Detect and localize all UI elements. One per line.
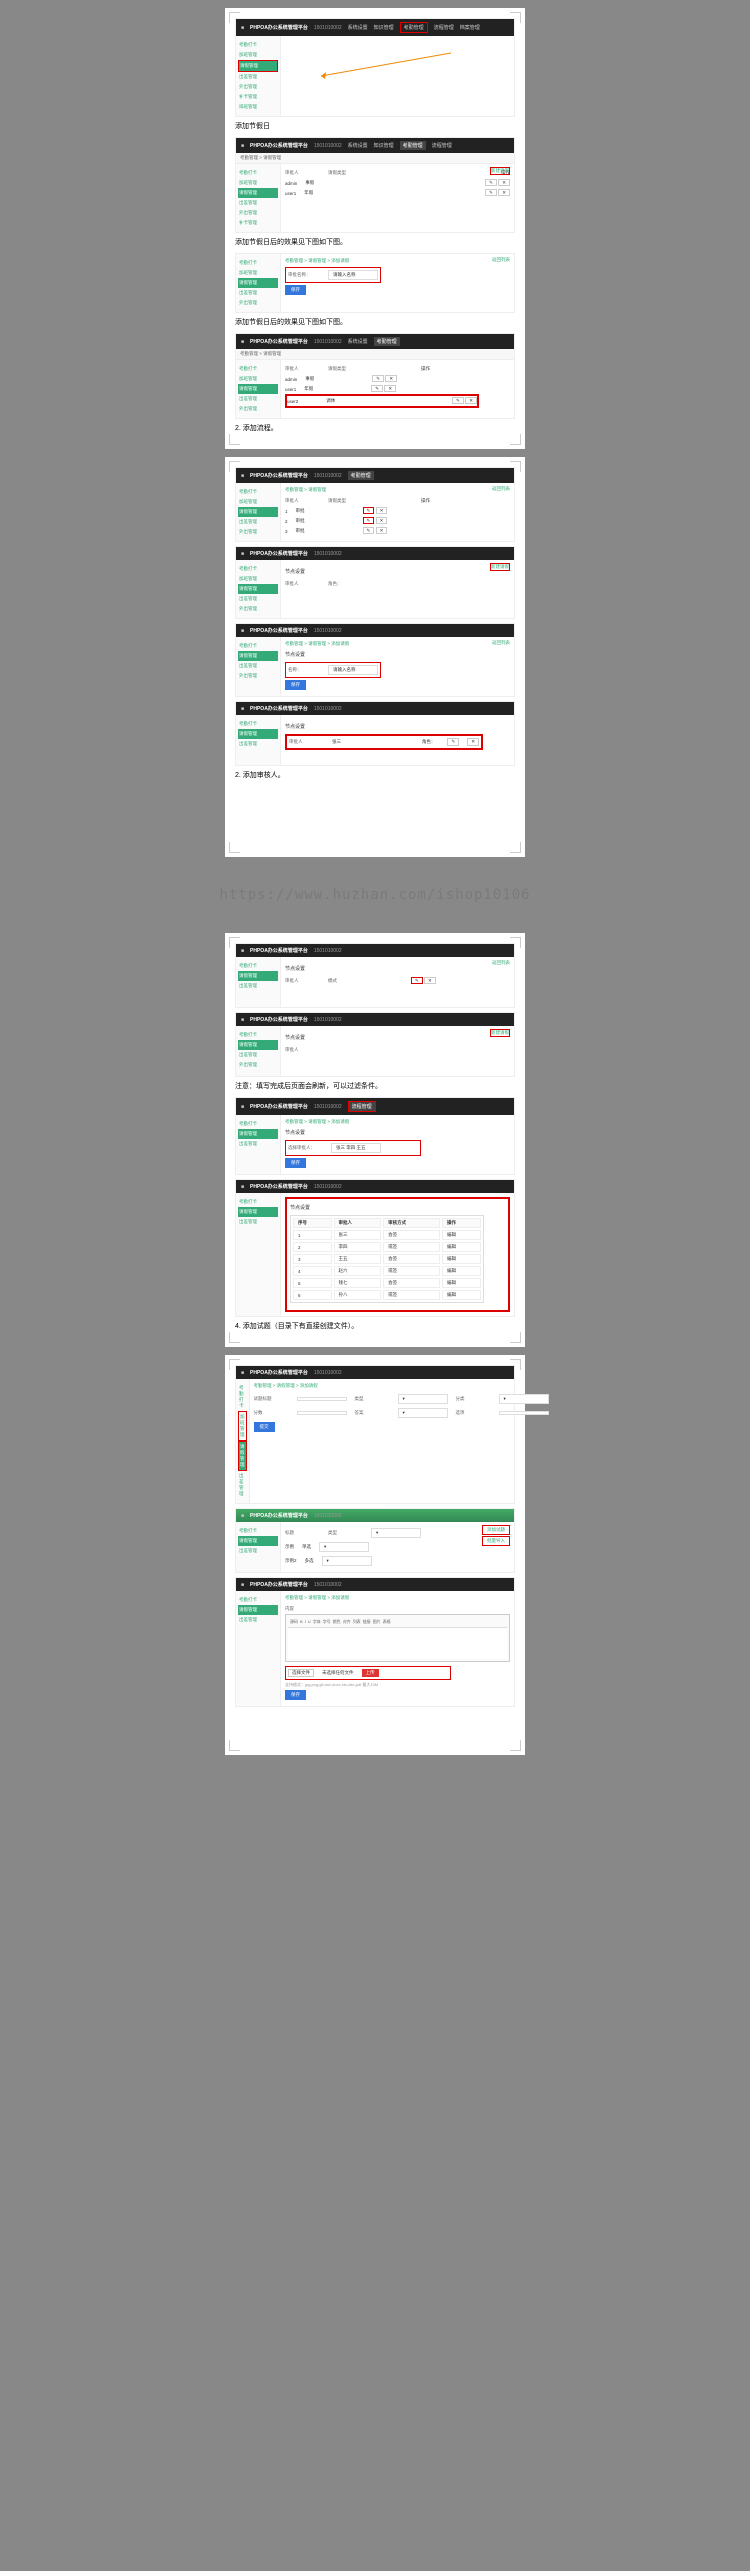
doc-page-4: ■PHPOA办公系统管理平台1501010002 考勤打卡 加班管理 请假管理 … xyxy=(225,1355,525,1755)
nav-item[interactable]: 流程管理 xyxy=(434,24,454,31)
sidebar-item[interactable]: 考勤打卡 xyxy=(238,40,278,50)
caption-step: 2. 添加审核人。 xyxy=(235,770,515,780)
approver-table: 序号审批人审核方式操作 1张三会签编辑 2李四或签编辑 3王五会签编辑 4赵六或… xyxy=(290,1215,484,1303)
screenshot-4: ■PHPOA办公系统管理平台1501010002系统设置考勤管理 考勤管理 > … xyxy=(235,333,515,419)
doc-page-1: ■ PHPOA办公系统管理平台 1501010002 系统设置 知识管理 考勤管… xyxy=(225,8,525,449)
sidebar-item[interactable]: 排班管理 xyxy=(238,102,278,112)
screenshot-3: 考勤打卡 加班管理 请假管理 出差管理 外出管理 考勤管理 > 请假管理 > 添… xyxy=(235,253,515,313)
new-node-button[interactable]: 新建请假 xyxy=(490,563,510,571)
nav-item-boxed[interactable]: 考勤管理 xyxy=(400,22,428,33)
ck-body[interactable] xyxy=(288,1628,507,1659)
table-row: 5钱七会签编辑 xyxy=(293,1278,481,1288)
ck-toolbar: 源码BIU字体字号颜色对齐列表链接图片表格 xyxy=(288,1617,507,1628)
table-row: 4赵六或签编辑 xyxy=(293,1266,481,1276)
breadcrumb: 考勤管理 > 请假管理 xyxy=(236,153,514,164)
arrow-annotation xyxy=(321,51,461,81)
caption-step-2: 2. 添加流程。 xyxy=(235,423,515,433)
nav-item[interactable]: 知识管理 xyxy=(374,24,394,31)
caption-step-4: 4. 添加试题（目录下有直接创建文件）。 xyxy=(235,1321,515,1331)
square-icon: ■ xyxy=(241,25,244,31)
screenshot-2: ■PHPOA办公系统管理平台1501010002系统设置知识管理考勤管理流程管理… xyxy=(235,137,515,233)
sidebar-item[interactable]: 出差管理 xyxy=(238,72,278,82)
table-row: 2李四或签编辑 xyxy=(293,1242,481,1252)
caption: 添加节假日后的效果见下图如下图。 xyxy=(235,237,515,247)
caption: 添加节假日后的效果见下图如下图。 xyxy=(235,317,515,327)
doc-page-2: ■PHPOA办公系统管理平台1501010002考勤管理 考勤打卡加班管理请假管… xyxy=(225,457,525,857)
sidebar: 考勤打卡 加班管理 请假管理 出差管理 外出管理 补卡管理 排班管理 xyxy=(236,36,281,116)
nav-item[interactable]: 档案管理 xyxy=(460,24,480,31)
table-row: 3王五会签编辑 xyxy=(293,1254,481,1264)
sidebar-item[interactable]: 补卡管理 xyxy=(238,92,278,102)
delete-btn[interactable]: ✕ xyxy=(498,179,510,186)
title-input[interactable] xyxy=(297,1397,347,1401)
screenshot-1: ■ PHPOA办公系统管理平台 1501010002 系统设置 知识管理 考勤管… xyxy=(235,18,515,117)
top-navbar: ■ PHPOA办公系统管理平台 1501010002 系统设置 知识管理 考勤管… xyxy=(236,19,514,36)
content-empty xyxy=(281,36,514,116)
upload-button[interactable]: 选择文件 xyxy=(288,1669,314,1677)
table-row: 6孙八或签编辑 xyxy=(293,1290,481,1300)
version: 1501010002 xyxy=(314,25,342,31)
upload-submit[interactable]: 上传 xyxy=(362,1669,379,1677)
action-btn[interactable]: ✎ xyxy=(363,507,375,514)
sidebar-item-boxed[interactable]: 加班管理 xyxy=(238,1411,247,1441)
node-name-input[interactable]: 请输入名称 xyxy=(328,665,378,675)
ckeditor[interactable]: 源码BIU字体字号颜色对齐列表链接图片表格 xyxy=(285,1614,510,1662)
approver-select[interactable]: 张三 李四 王五 xyxy=(331,1143,381,1153)
name-input[interactable]: 请输入名称 xyxy=(328,270,378,280)
sidebar-item[interactable]: 外出管理 xyxy=(238,82,278,92)
action-box[interactable]: 添加试题 xyxy=(482,1525,510,1535)
edit-btn[interactable]: ✎ xyxy=(485,179,497,186)
caption-note: 注意：填写完成后页面会刷新，可以过滤条件。 xyxy=(235,1081,515,1091)
brand: PHPOA办公系统管理平台 xyxy=(250,24,308,31)
table-row: 1张三会签编辑 xyxy=(293,1230,481,1240)
sidebar-item[interactable]: 加班管理 xyxy=(238,50,278,60)
caption: 添加节假日 xyxy=(235,121,515,131)
watermark: https://www.huzhan.com/ishop10106 xyxy=(0,865,750,925)
save-button[interactable]: 保存 xyxy=(285,285,306,295)
new-button[interactable]: 新建请假 xyxy=(490,167,510,175)
doc-page-3: ■PHPOA办公系统管理平台1501010002 考勤打卡请假管理出差管理 返回… xyxy=(225,933,525,1347)
nav-item[interactable]: 系统设置 xyxy=(348,24,368,31)
sidebar-item-active[interactable]: 请假管理 xyxy=(238,60,278,72)
section-title: 节点设置 xyxy=(285,568,510,575)
